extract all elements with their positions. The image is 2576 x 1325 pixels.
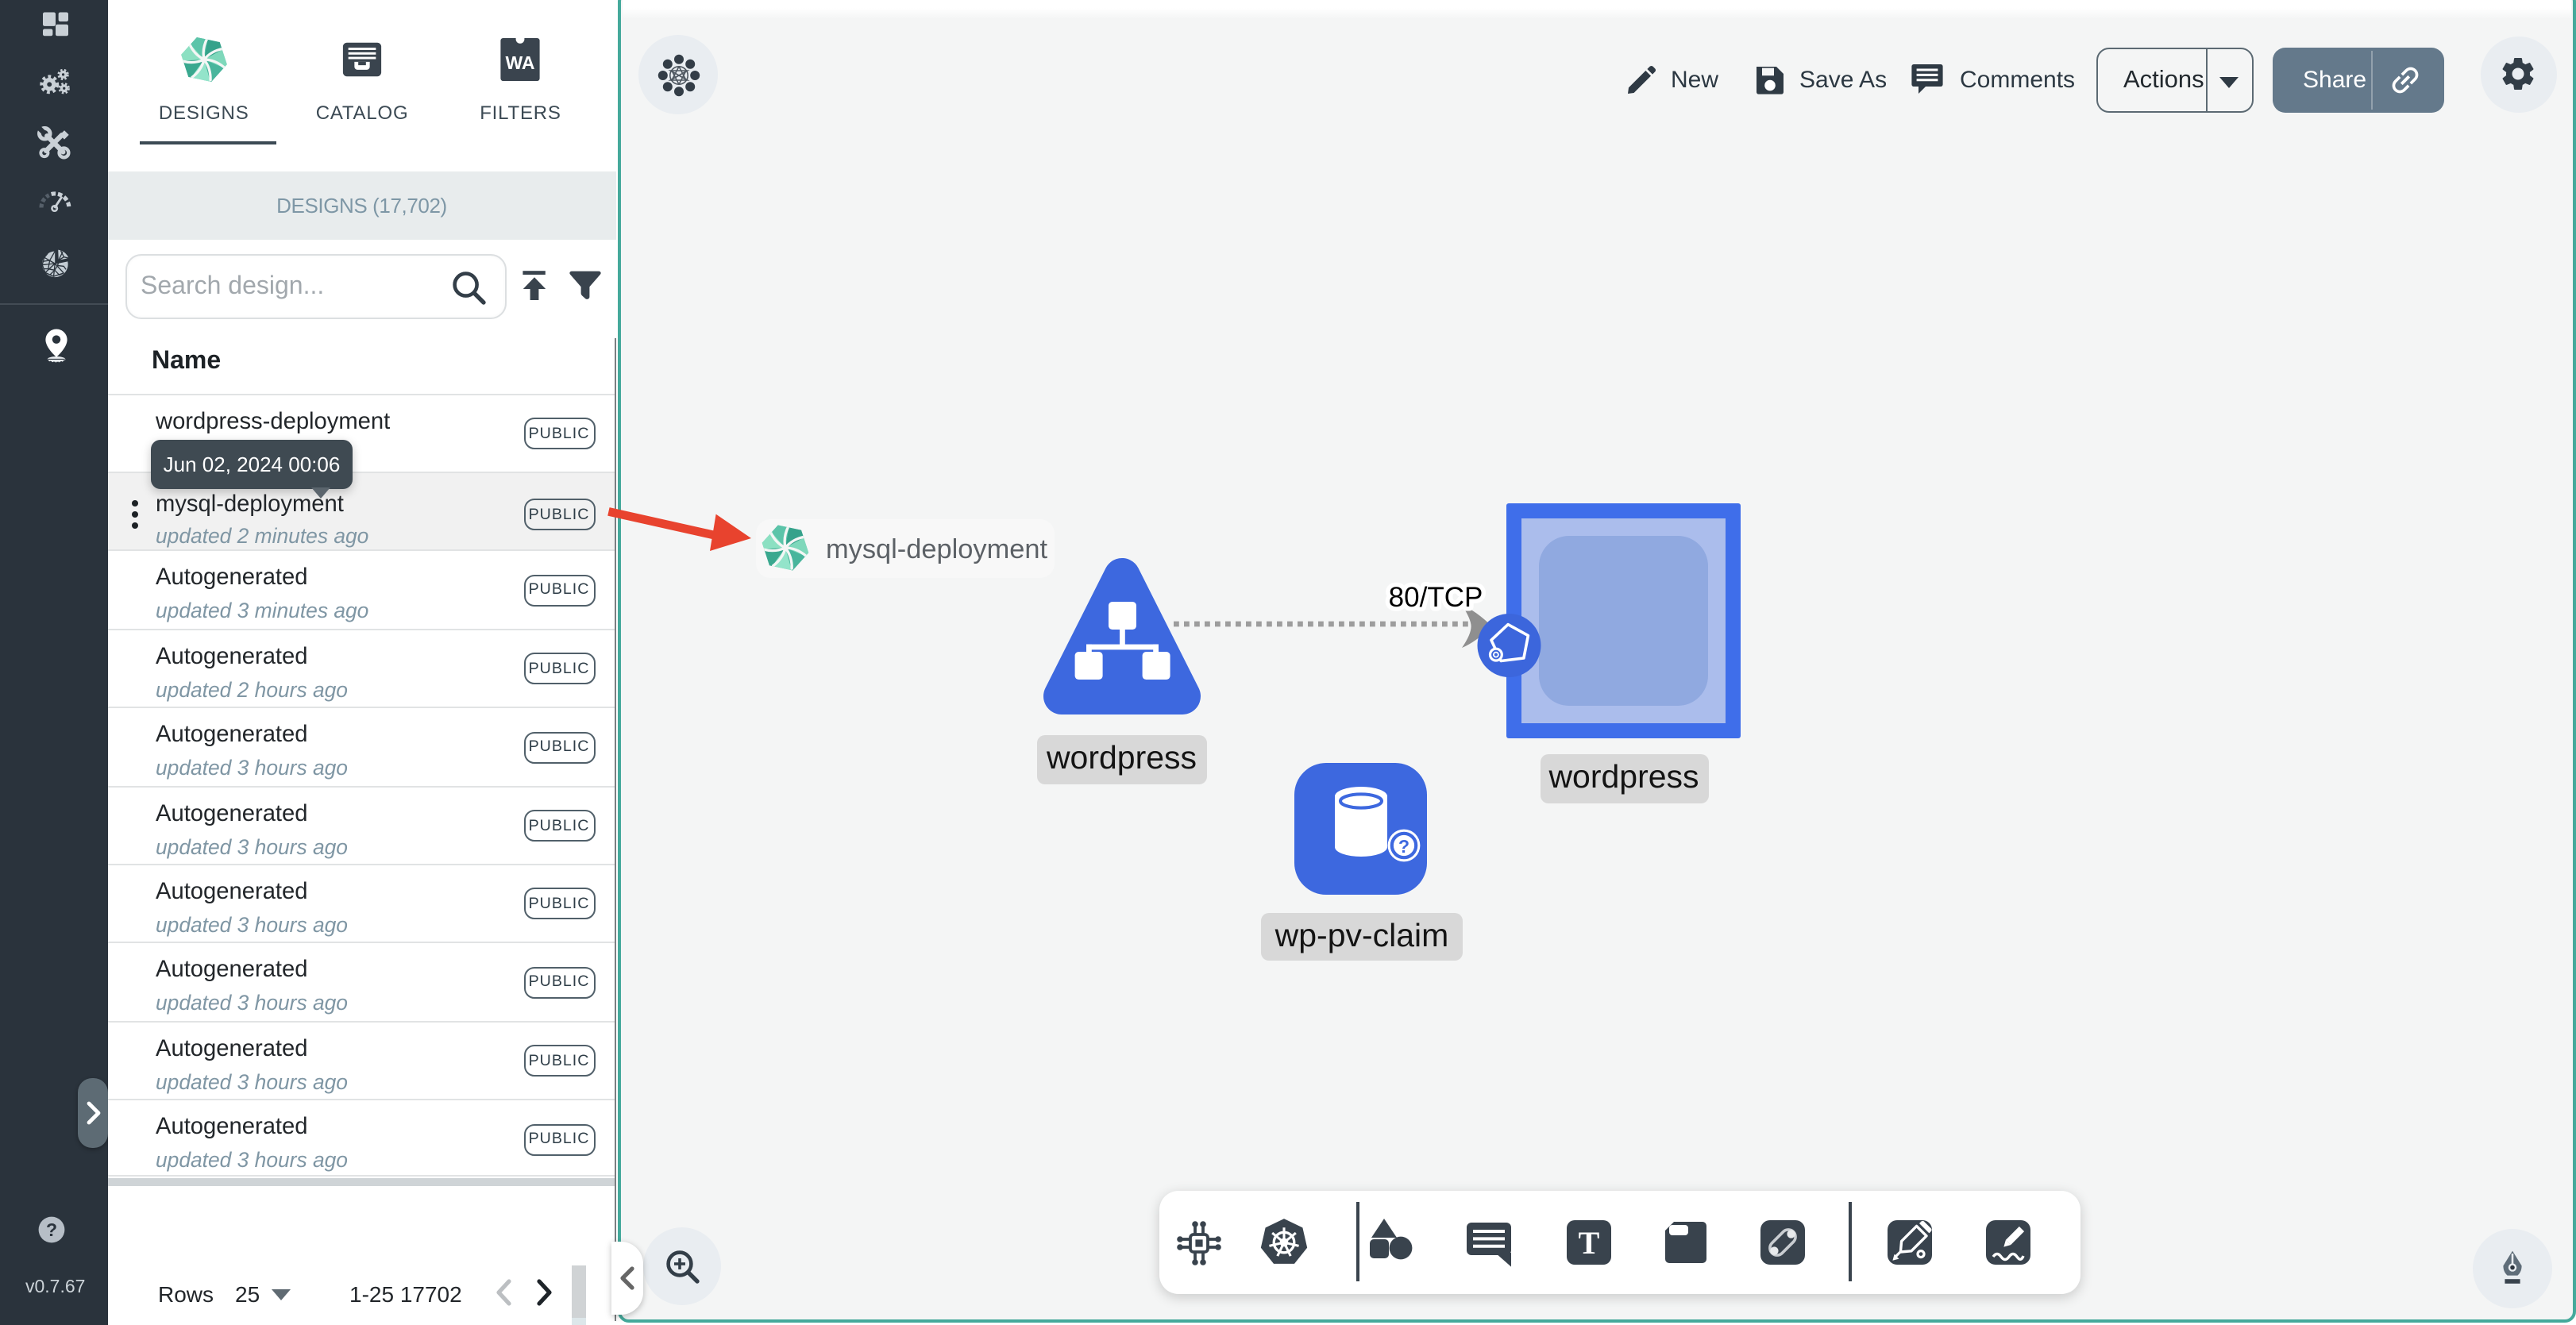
svg-text:mysql-deployment: mysql-deployment xyxy=(826,534,1047,564)
svg-text:?: ? xyxy=(1398,836,1409,857)
svg-text:80/TCP: 80/TCP xyxy=(1389,582,1483,613)
